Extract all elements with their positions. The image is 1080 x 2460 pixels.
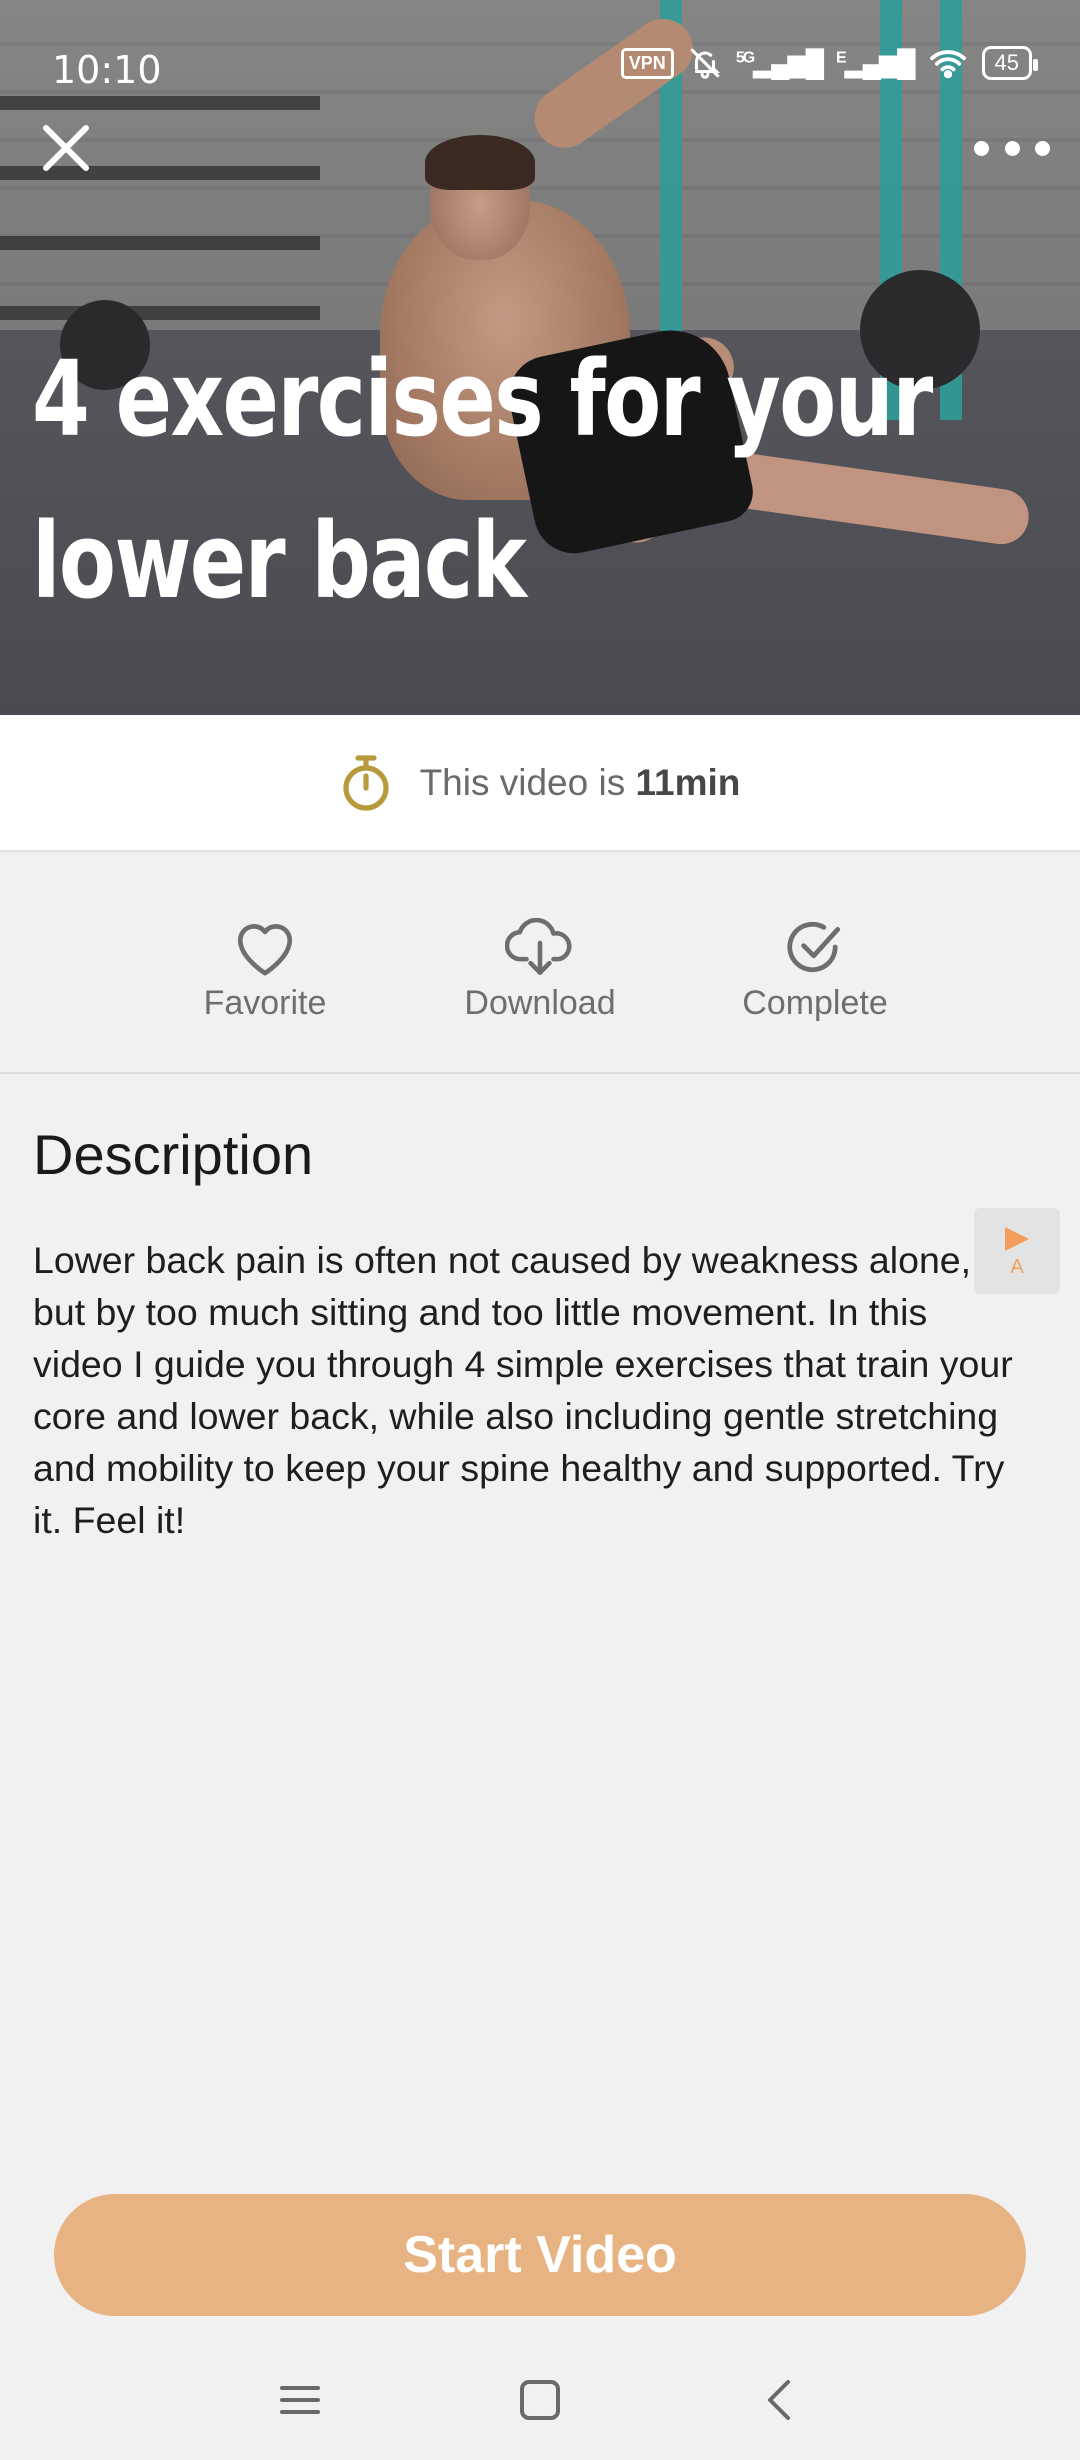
system-nav-bar: [0, 2340, 1080, 2460]
translate-button[interactable]: A: [974, 1208, 1060, 1294]
complete-label: Complete: [742, 984, 888, 1022]
play-icon: [1005, 1226, 1029, 1251]
signal-e-icon: E▂▄▆█: [836, 47, 916, 78]
wifi-icon: [929, 50, 966, 79]
page-title: 4 exercises for your lower back: [32, 318, 933, 642]
back-button[interactable]: [748, 2368, 812, 2432]
title-line: 4 exercises for your: [32, 338, 933, 460]
vpn-icon: VPN: [620, 47, 674, 79]
translate-letter: A: [1010, 1255, 1024, 1278]
more-dot-icon: [1004, 140, 1020, 156]
check-circle-icon: [787, 921, 841, 973]
more-options-button[interactable]: [974, 128, 1050, 168]
status-bar: 10:10 VPN 5G▂▄▆█ E▂▄▆█ 45: [0, 0, 1080, 135]
title-line: lower back: [32, 500, 527, 622]
close-button[interactable]: [38, 120, 94, 176]
more-dot-icon: [974, 140, 989, 156]
menu-icon: [280, 2386, 320, 2414]
recent-apps-button[interactable]: [268, 2368, 332, 2432]
stopwatch-icon: [342, 754, 389, 811]
description-text: Lower back pain is often not caused by w…: [33, 1239, 1013, 1541]
home-button[interactable]: [508, 2368, 572, 2432]
download-button[interactable]: Download: [430, 918, 650, 1023]
favorite-label: Favorite: [203, 984, 327, 1022]
signal-5g-icon: 5G▂▄▆█: [735, 47, 824, 78]
duration-value: 11min: [635, 761, 741, 803]
start-video-button[interactable]: Start Video: [54, 2194, 1026, 2316]
complete-button[interactable]: Complete: [705, 918, 925, 1023]
duration-text: This video is 11min: [419, 761, 741, 803]
cloud-download-icon: [505, 918, 572, 975]
home-square-icon: [520, 2380, 560, 2420]
more-dot-icon: [1035, 140, 1050, 156]
duration-bar: This video is 11min: [0, 715, 1080, 852]
close-icon: [43, 125, 89, 171]
battery-icon: 45: [981, 46, 1039, 80]
download-label: Download: [464, 984, 616, 1022]
favorite-button[interactable]: Favorite: [155, 918, 375, 1023]
bell-muted-icon: [690, 48, 720, 79]
description-heading: Description: [33, 1123, 314, 1186]
hero-image: 10:10 VPN 5G▂▄▆█ E▂▄▆█ 45 4 exercises fo…: [0, 0, 1080, 715]
action-row: Favorite Download Complete: [0, 852, 1080, 1074]
hero-person-hair: [425, 135, 535, 190]
chevron-left-icon: [768, 2380, 790, 2420]
heart-icon: [237, 924, 293, 976]
status-icons: VPN 5G▂▄▆█ E▂▄▆█ 45: [620, 46, 1039, 80]
status-time: 10:10: [52, 48, 162, 92]
